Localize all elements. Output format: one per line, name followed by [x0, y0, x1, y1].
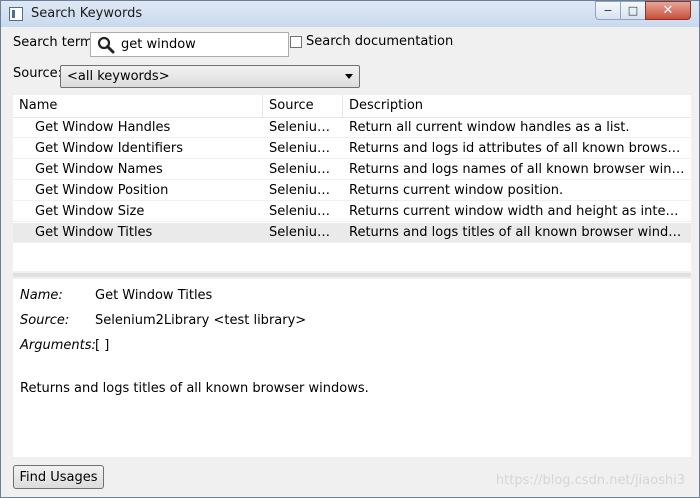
row-description: Returns current window width and height … — [349, 204, 685, 219]
app-icon — [9, 7, 23, 21]
find-usages-button[interactable]: Find Usages — [13, 465, 104, 489]
table-row-selected[interactable]: Get Window Titles Selenium2... Returns a… — [13, 223, 691, 243]
search-documentation-checkbox[interactable] — [290, 36, 302, 48]
column-header-name[interactable]: Name — [13, 95, 263, 117]
search-documentation-label[interactable]: Search documentation — [306, 34, 453, 49]
row-name: Get Window Names — [35, 162, 163, 177]
row-description: Returns and logs names of all known brow… — [349, 162, 685, 177]
column-header-source[interactable]: Source — [263, 95, 343, 117]
table-row[interactable]: Get Window Identifiers Selenium2... Retu… — [13, 139, 691, 159]
row-description: Returns current window position. — [349, 183, 564, 198]
chevron-down-icon — [345, 74, 353, 79]
search-term-label: Search term: — [13, 35, 98, 50]
row-source: Selenium2... — [269, 183, 339, 198]
search-input[interactable] — [121, 36, 281, 53]
row-name: Get Window Position — [35, 183, 169, 198]
row-description: Return all current window handles as a l… — [349, 120, 630, 135]
title-bar[interactable]: Search Keywords − □ ✕ — [1, 1, 699, 27]
column-header-description[interactable]: Description — [343, 95, 691, 117]
search-field[interactable] — [90, 32, 289, 57]
source-dropdown[interactable]: <all keywords> — [60, 65, 360, 88]
row-source: Selenium2... — [269, 120, 339, 135]
row-source: Selenium2... — [269, 204, 339, 219]
watermark: https://blog.csdn.net/jiaoshi3 — [495, 473, 685, 488]
details-source-value: Selenium2Library <test library> — [95, 313, 307, 328]
splitter-handle[interactable] — [13, 273, 691, 277]
row-source: Selenium2... — [269, 162, 339, 177]
maximize-button[interactable]: □ — [620, 1, 646, 20]
row-name: Get Window Identifiers — [35, 141, 184, 156]
details-documentation: Returns and logs titles of all known bro… — [20, 381, 369, 396]
search-icon — [97, 36, 115, 54]
row-source: Selenium2... — [269, 225, 339, 240]
row-description: Returns and logs id attributes of all kn… — [349, 141, 685, 156]
details-source-label: Source: — [20, 313, 70, 328]
details-arguments-label: Arguments: — [20, 338, 96, 353]
keywords-table: Name Source Description Get Window Handl… — [13, 95, 691, 271]
details-name-label: Name: — [20, 288, 63, 303]
close-button[interactable]: ✕ — [645, 1, 691, 20]
row-name: Get Window Size — [35, 204, 145, 219]
row-name: Get Window Titles — [35, 225, 153, 240]
keyword-details-panel: Name: Get Window Titles Source: Selenium… — [13, 279, 691, 457]
table-row[interactable]: Get Window Size Selenium2... Returns cur… — [13, 202, 691, 222]
details-name-value: Get Window Titles — [95, 288, 213, 303]
minimize-button[interactable]: − — [595, 1, 621, 20]
row-description: Returns and logs titles of all known bro… — [349, 225, 685, 240]
row-source: Selenium2... — [269, 141, 339, 156]
search-keywords-window: Search Keywords − □ ✕ Search term: Searc… — [0, 0, 700, 498]
details-arguments-value: [ ] — [95, 338, 110, 353]
table-row[interactable]: Get Window Names Selenium2... Returns an… — [13, 160, 691, 180]
row-name: Get Window Handles — [35, 120, 171, 135]
window-title: Search Keywords — [31, 6, 143, 21]
table-row[interactable]: Get Window Position Selenium2... Returns… — [13, 181, 691, 201]
table-header: Name Source Description — [13, 95, 691, 118]
source-label: Source: — [13, 66, 63, 81]
table-row[interactable]: Get Window Handles Selenium2... Return a… — [13, 118, 691, 138]
source-selected-value: <all keywords> — [67, 69, 170, 84]
